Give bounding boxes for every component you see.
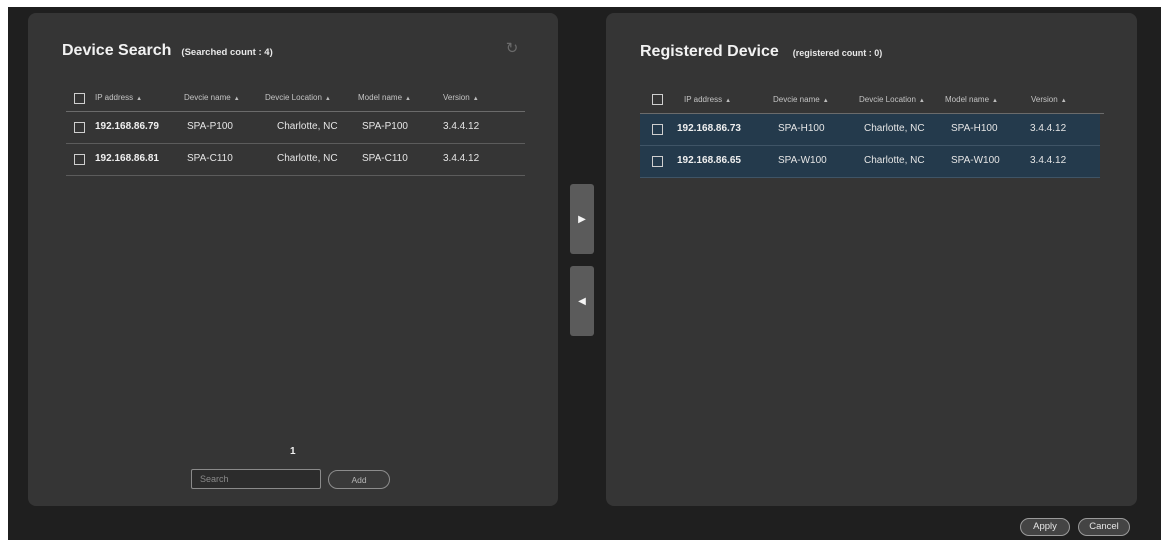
version-cell: 3.4.4.12 [443,121,480,132]
row-checkbox[interactable] [652,124,663,135]
column-header-version[interactable]: Version ▲ [443,93,479,102]
add-button[interactable]: Add [328,470,390,489]
apply-button[interactable]: Apply [1020,518,1070,536]
column-header-device-name[interactable]: Devcie name ▲ [773,95,829,104]
table-header: IP address ▲ Devcie name ▲ Devcie Location… [640,91,1104,114]
search-panel-header: Device Search (Searched count : 4) [62,42,273,60]
column-header-model-name[interactable]: Model name ▲ [945,95,998,104]
column-header-device-location[interactable]: Devcie Location ▲ [265,93,331,102]
column-header-ip[interactable]: IP address ▲ [95,93,142,102]
row-checkbox[interactable] [74,154,85,165]
model-name-cell: SPA-H100 [951,123,998,134]
select-all-checkbox[interactable] [652,94,663,105]
model-name-cell: SPA-P100 [362,121,408,132]
device-name-cell: SPA-P100 [187,121,233,132]
registered-devices-table: IP address ▲ Devcie name ▲ Devcie Location… [640,91,1104,178]
row-checkbox[interactable] [74,122,85,133]
registered-count: (registered count : 0) [792,48,883,58]
model-name-cell: SPA-C110 [362,153,408,164]
play-left-icon: ◀ [578,295,586,307]
sort-up-icon: ▲ [472,96,479,102]
device-location-cell: Charlotte, NC [864,123,925,134]
registered-device-panel: Registered Device (registered count : 0)… [606,13,1137,506]
device-location-cell: Charlotte, NC [864,155,925,166]
device-name-cell: SPA-C110 [187,153,233,164]
page-number[interactable]: 1 [290,446,296,457]
column-header-version[interactable]: Version ▲ [1031,95,1067,104]
sort-up-icon: ▲ [1060,98,1067,104]
version-cell: 3.4.4.12 [1030,123,1067,134]
table-header: IP address ▲ Devcie name ▲ Devcie Location… [66,89,525,112]
device-search-panel: Device Search (Searched count : 4) ↻ IP … [28,13,558,506]
select-all-checkbox[interactable] [74,93,85,104]
device-location-cell: Charlotte, NC [277,121,338,132]
ip-address-cell: 192.168.86.73 [677,123,741,134]
device-name-cell: SPA-H100 [778,123,825,134]
column-header-device-location[interactable]: Devcie Location ▲ [859,95,925,104]
table-row[interactable]: 192.168.86.65 SPA-W100 Charlotte, NC SPA… [640,146,1100,178]
ip-address-cell: 192.168.86.65 [677,155,741,166]
sort-up-icon: ▲ [405,96,411,102]
sort-up-icon: ▲ [233,96,240,102]
sort-up-icon: ▲ [992,98,998,104]
column-header-ip[interactable]: IP address ▲ [684,95,731,104]
searched-count: (Searched count : 4) [181,47,273,58]
cancel-button[interactable]: Cancel [1078,518,1130,536]
device-registration-window: Device Search (Searched count : 4) ↻ IP … [8,7,1161,540]
sort-up-icon: ▲ [725,98,732,104]
registered-panel-title: Registered Device [640,43,779,60]
search-input[interactable] [191,469,321,489]
move-to-registered-button[interactable]: ▶ [570,184,594,254]
ip-address-cell: 192.168.86.81 [95,153,159,164]
row-checkbox[interactable] [652,156,663,167]
sort-up-icon: ▲ [136,96,143,102]
table-row[interactable]: 192.168.86.81 SPA-C110 Charlotte, NC SPA… [66,144,525,176]
sort-up-icon: ▲ [324,96,331,102]
sort-up-icon: ▲ [822,98,829,104]
version-cell: 3.4.4.12 [443,153,480,164]
search-panel-title: Device Search [62,42,172,59]
device-location-cell: Charlotte, NC [277,153,338,164]
registered-panel-header: Registered Device (registered count : 0) [640,43,882,61]
column-header-device-name[interactable]: Devcie name ▲ [184,93,240,102]
play-right-icon: ▶ [578,213,586,225]
table-row[interactable]: 192.168.86.79 SPA-P100 Charlotte, NC SPA… [66,112,525,144]
move-to-search-button[interactable]: ◀ [570,266,594,336]
search-results-table: IP address ▲ Devcie name ▲ Devcie Location… [66,89,525,176]
model-name-cell: SPA-W100 [951,155,1000,166]
sort-up-icon: ▲ [918,98,925,104]
refresh-icon[interactable]: ↻ [504,41,520,57]
version-cell: 3.4.4.12 [1030,155,1067,166]
device-name-cell: SPA-W100 [778,155,827,166]
ip-address-cell: 192.168.86.79 [95,121,159,132]
table-row[interactable]: 192.168.86.73 SPA-H100 Charlotte, NC SPA… [640,114,1100,146]
column-header-model-name[interactable]: Model name ▲ [358,93,411,102]
